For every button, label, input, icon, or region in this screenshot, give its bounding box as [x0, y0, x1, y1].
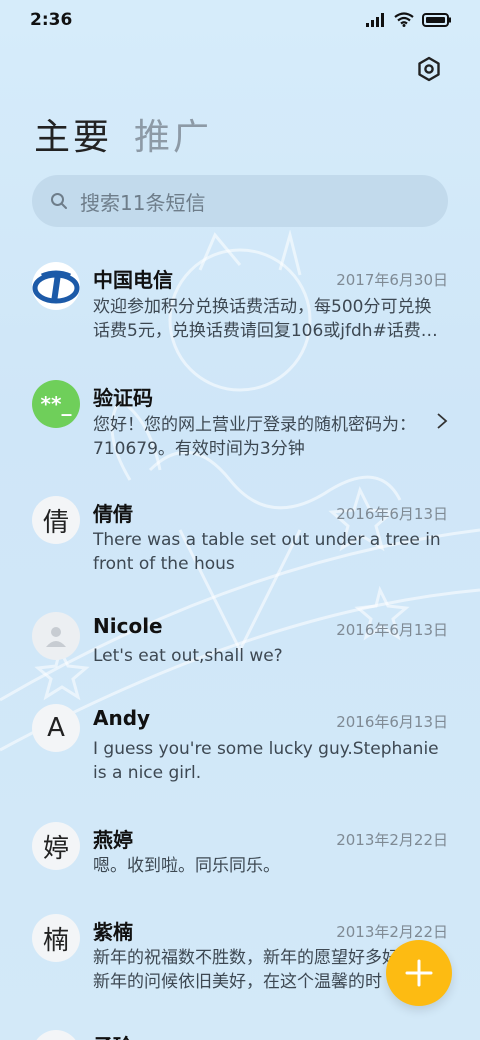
contact-name: 燕婷 — [93, 828, 133, 852]
contact-avatar — [32, 612, 80, 660]
contact-name: 中国电信 — [93, 268, 173, 292]
message-date: 2016年6月13日 — [336, 505, 448, 523]
signal-icon — [366, 12, 384, 27]
contact-avatar — [32, 1030, 80, 1040]
message-preview: I guess you're some lucky guy.Stephanie … — [93, 739, 439, 783]
tab-bar: 主要 推广 — [34, 108, 212, 160]
new-message-button[interactable] — [386, 940, 452, 1006]
status-time: 2:36 — [30, 10, 73, 30]
message-preview: 您好！您的网上营业厅登录的随机密码为：710679。有效时间为3分钟 — [93, 415, 416, 459]
message-date: 2013年2月22日 — [336, 923, 448, 941]
plus-icon — [405, 959, 433, 987]
conversation-row[interactable]: A Andy 2016年6月13日 I guess you're some lu… — [0, 704, 480, 814]
contact-name: 紫楠 — [93, 920, 133, 944]
message-date: 2013年2月22日 — [336, 831, 448, 849]
contact-avatar: A — [32, 704, 80, 752]
battery-icon — [422, 12, 451, 27]
wifi-icon — [394, 12, 414, 27]
conversation-row[interactable]: 倩 倩倩 2016年6月13日 There was a table set ou… — [0, 486, 480, 596]
verification-avatar: **_ — [32, 380, 80, 428]
search-input[interactable]: 搜索11条短信 — [32, 175, 448, 227]
contact-name: 验证码 — [93, 386, 153, 410]
contact-avatar: 婷 — [32, 822, 80, 870]
person-icon — [46, 627, 66, 647]
conversation-row[interactable]: **_ 验证码 您好！您的网上营业厅登录的随机密码为：710679。有效时间为3… — [0, 368, 480, 478]
search-placeholder: 搜索11条短信 — [80, 190, 206, 215]
contact-name: 倩倩 — [93, 502, 133, 526]
contact-name: 子玲 — [93, 1030, 133, 1040]
contact-name: Nicole — [93, 614, 163, 638]
search-icon — [51, 193, 67, 209]
conversation-row[interactable]: 子玲 — [0, 1028, 480, 1040]
message-preview: 嗯。收到啦。同乐同乐。 — [93, 856, 280, 876]
message-date: 2016年6月13日 — [336, 621, 448, 639]
contact-avatar: 楠 — [32, 914, 80, 962]
settings-icon[interactable] — [416, 56, 442, 82]
tab-promotions[interactable]: 推广 — [134, 108, 212, 160]
conversation-row[interactable]: Nicole 2016年6月13日 Let's eat out,shall we… — [0, 604, 480, 714]
conversation-row[interactable]: 中国电信 2017年6月30日 欢迎参加积分兑换话费活动，每500分可兑换话费5… — [0, 250, 480, 360]
tab-primary[interactable]: 主要 — [34, 108, 112, 160]
status-bar: 2:36 — [0, 0, 480, 40]
message-preview: There was a table set out under a tree i… — [93, 530, 441, 574]
message-date: 2016年6月13日 — [336, 713, 448, 731]
telecom-logo-avatar — [32, 262, 80, 310]
message-preview: 欢迎参加积分兑换话费活动，每500分可兑换话费5元，兑换话费请回复106或jfd… — [93, 297, 438, 341]
contact-name: Andy — [93, 706, 151, 730]
chevron-right-icon[interactable] — [436, 412, 448, 430]
message-preview: Let's eat out,shall we? — [93, 646, 283, 666]
message-date: 2017年6月30日 — [336, 271, 448, 289]
china-telecom-logo-icon — [32, 263, 80, 309]
contact-avatar: 倩 — [32, 496, 80, 544]
